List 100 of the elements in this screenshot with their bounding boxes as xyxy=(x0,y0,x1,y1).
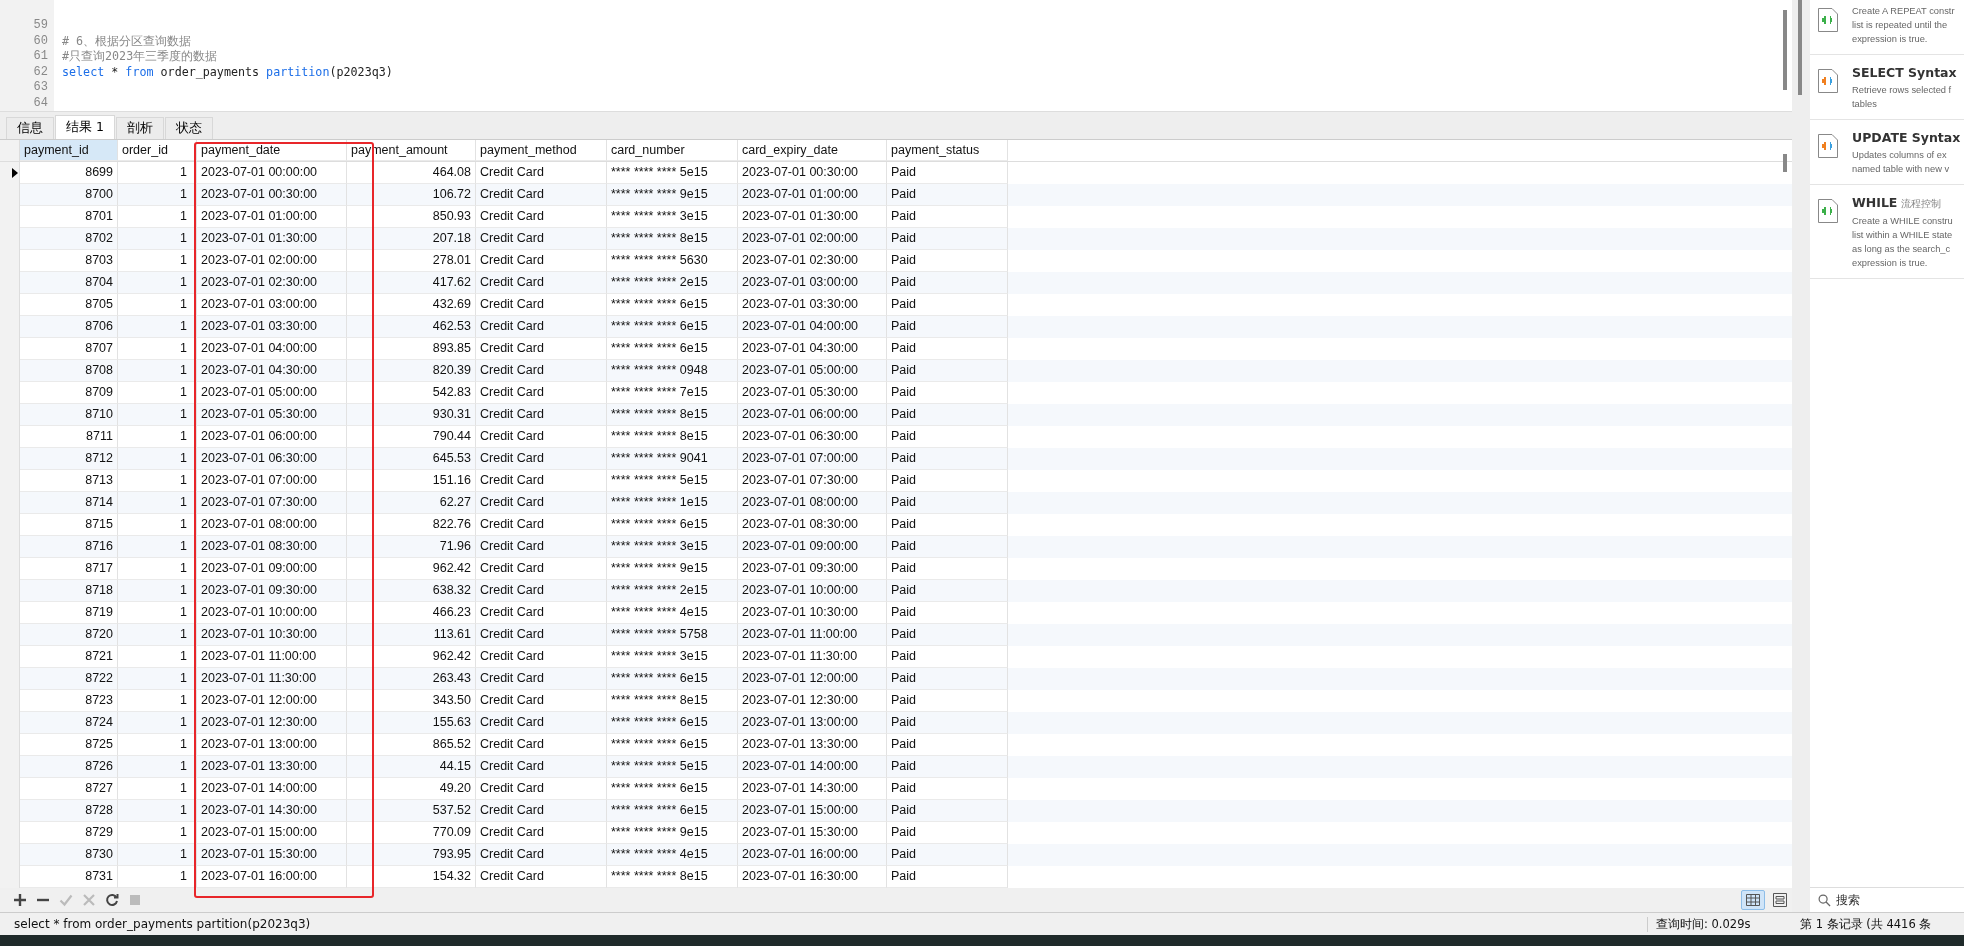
column-header[interactable]: payment_date xyxy=(197,140,347,162)
table-cell: 2023-07-01 04:30:00 xyxy=(197,360,347,383)
table-row[interactable]: 8724 1 2023-07-01 12:30:00 155.63 Credit Card **** **** **** 6e15 2023-07-01 13:00:00 Paid xyxy=(0,712,1792,735)
snippet-title[interactable]: UPDATE Syntax xyxy=(1852,130,1961,145)
table-cell: 2023-07-01 07:30:00 xyxy=(197,492,347,515)
table-cell: **** **** **** 9e15 xyxy=(607,184,738,207)
record-position: 第 1 条记录 (共 4416 条 xyxy=(1799,916,1933,932)
table-cell: 2023-07-01 11:30:00 xyxy=(197,668,347,691)
table-cell: 62.27 xyxy=(347,492,476,515)
snippet-description: Create A REPEAT constr list is repeated until the expression is true. xyxy=(1852,5,1956,46)
table-cell: **** **** **** 4e15 xyxy=(607,844,738,867)
table-cell: Paid xyxy=(887,228,1008,251)
code-line: # 6、根据分区查询数据 xyxy=(62,33,193,49)
table-cell: 2023-07-01 12:30:00 xyxy=(197,712,347,735)
table-cell: Paid xyxy=(887,184,1008,207)
table-cell: 2023-07-01 01:30:00 xyxy=(197,228,347,251)
table-cell: **** **** **** 8e15 xyxy=(607,228,738,251)
table-cell: 2023-07-01 15:00:00 xyxy=(738,800,887,823)
result-tab[interactable]: 信息 xyxy=(6,117,54,140)
table-row[interactable]: 8720 1 2023-07-01 10:30:00 113.61 Credit Card **** **** **** 5758 2023-07-01 11:00:00 Paid xyxy=(0,624,1792,647)
table-cell: 8710 xyxy=(20,404,118,427)
column-header[interactable]: card_number xyxy=(607,140,738,162)
table-cell: Paid xyxy=(887,668,1008,691)
table-cell: Paid xyxy=(887,360,1008,383)
table-row[interactable]: 8710 1 2023-07-01 05:30:00 930.31 Credit Card **** **** **** 8e15 2023-07-01 06:00:00 Paid xyxy=(0,404,1792,427)
column-header[interactable]: order_id xyxy=(118,140,197,162)
table-row[interactable]: 8700 1 2023-07-01 00:30:00 106.72 Credit Card **** **** **** 9e15 2023-07-01 01:00:00 Paid xyxy=(0,184,1792,207)
column-header[interactable]: payment_method xyxy=(476,140,607,162)
table-row[interactable]: 8718 1 2023-07-01 09:30:00 638.32 Credit Card **** **** **** 2e15 2023-07-01 10:00:00 Paid xyxy=(0,580,1792,603)
table-cell: **** **** **** 2e15 xyxy=(607,272,738,295)
table-row[interactable]: 8708 1 2023-07-01 04:30:00 820.39 Credit Card **** **** **** 0948 2023-07-01 05:00:00 Paid xyxy=(0,360,1792,383)
table-cell: Credit Card xyxy=(476,360,607,383)
table-cell: 44.15 xyxy=(347,756,476,779)
table-cell: 8724 xyxy=(20,712,118,735)
table-cell: Paid xyxy=(887,624,1008,647)
table-cell: 8708 xyxy=(20,360,118,383)
table-cell: 1 xyxy=(118,668,197,691)
table-cell: 8716 xyxy=(20,536,118,559)
grid-view-icon[interactable] xyxy=(1741,890,1765,911)
table-cell: 2023-07-01 03:00:00 xyxy=(738,272,887,295)
table-cell: 2023-07-01 12:00:00 xyxy=(738,668,887,691)
table-cell: 1 xyxy=(118,316,197,339)
table-cell: Credit Card xyxy=(476,228,607,251)
table-cell: **** **** **** 6e15 xyxy=(607,712,738,735)
line-number: 62 xyxy=(32,64,48,80)
table-cell: 8722 xyxy=(20,668,118,691)
table-cell: 8730 xyxy=(20,844,118,867)
table-cell: 1 xyxy=(118,228,197,251)
code-line: select * from order_payments partition(p2023q3) xyxy=(62,64,394,80)
table-row[interactable]: 8704 1 2023-07-01 02:30:00 417.62 Credit Card **** **** **** 2e15 2023-07-01 03:00:00 Paid xyxy=(0,272,1792,295)
snippet-title[interactable]: SELECT Syntax xyxy=(1852,65,1957,80)
table-cell: 930.31 xyxy=(347,404,476,427)
table-row[interactable]: 8712 1 2023-07-01 06:30:00 645.53 Credit Card **** **** **** 9041 2023-07-01 07:00:00 Paid xyxy=(0,448,1792,471)
table-cell: **** **** **** 5e15 xyxy=(607,756,738,779)
table-cell: Credit Card xyxy=(476,624,607,647)
column-header[interactable]: payment_status xyxy=(887,140,1008,162)
column-header[interactable]: card_expiry_date xyxy=(738,140,887,162)
table-row[interactable]: 8714 1 2023-07-01 07:30:00 62.27 Credit Card **** **** **** 1e15 2023-07-01 08:00:00 Paid xyxy=(0,492,1792,515)
table-cell: 2023-07-01 03:30:00 xyxy=(197,316,347,339)
table-row[interactable]: 8728 1 2023-07-01 14:30:00 537.52 Credit Card **** **** **** 6e15 2023-07-01 15:00:00 Paid xyxy=(0,800,1792,823)
table-row[interactable]: 8722 1 2023-07-01 11:30:00 263.43 Credit Card **** **** **** 6e15 2023-07-01 12:00:00 Paid xyxy=(0,668,1792,691)
column-header[interactable]: payment_id xyxy=(20,140,118,162)
table-row[interactable]: 8726 1 2023-07-01 13:30:00 44.15 Credit Card **** **** **** 5e15 2023-07-01 14:00:00 Paid xyxy=(0,756,1792,779)
table-row[interactable]: 8730 1 2023-07-01 15:30:00 793.95 Credit Card **** **** **** 4e15 2023-07-01 16:00:00 Paid xyxy=(0,844,1792,867)
result-tab[interactable]: 状态 xyxy=(164,117,213,140)
table-cell: 2023-07-01 10:00:00 xyxy=(738,580,887,603)
table-cell: **** **** **** 1e15 xyxy=(607,492,738,515)
table-cell: 2023-07-01 02:00:00 xyxy=(738,228,887,251)
table-cell: 8706 xyxy=(20,316,118,339)
table-cell: Paid xyxy=(887,536,1008,559)
scrollbar-thumb[interactable] xyxy=(1783,154,1787,173)
table-cell: 155.63 xyxy=(347,712,476,735)
code-line: #只查询2023年三季度的数据 xyxy=(62,49,219,65)
table-cell: Credit Card xyxy=(476,536,607,559)
splitter[interactable] xyxy=(1792,0,1810,912)
table-cell: 2023-07-01 13:00:00 xyxy=(738,712,887,735)
table-cell: 793.95 xyxy=(347,844,476,867)
row-indicator[interactable] xyxy=(0,162,20,185)
result-tab[interactable]: 结果 1 xyxy=(55,115,115,140)
table-cell: 638.32 xyxy=(347,580,476,603)
line-number: 60 xyxy=(32,33,48,49)
scrollbar-thumb[interactable] xyxy=(1798,0,1802,95)
search-input[interactable]: 搜索 xyxy=(1836,893,1946,907)
table-cell: 1 xyxy=(118,448,197,471)
snippet-title[interactable]: WHILE xyxy=(1852,195,1898,210)
table-cell: 8704 xyxy=(20,272,118,295)
table-row[interactable]: 8706 1 2023-07-01 03:30:00 462.53 Credit Card **** **** **** 6e15 2023-07-01 04:00:00 Paid xyxy=(0,316,1792,339)
table-cell: Credit Card xyxy=(476,184,607,207)
table-cell: **** **** **** 5758 xyxy=(607,624,738,647)
scrollbar-thumb[interactable] xyxy=(1783,10,1787,90)
result-tab[interactable]: 剖析 xyxy=(115,117,164,140)
table-cell: 2023-07-01 08:00:00 xyxy=(738,492,887,515)
table-row[interactable]: 8716 1 2023-07-01 08:30:00 71.96 Credit Card **** **** **** 3e15 2023-07-01 09:00:00 Paid xyxy=(0,536,1792,559)
table-row[interactable]: 8702 1 2023-07-01 01:30:00 207.18 Credit Card **** **** **** 8e15 2023-07-01 02:00:00 Paid xyxy=(0,228,1792,251)
table-cell: Credit Card xyxy=(476,404,607,427)
table-cell: 2023-07-01 02:30:00 xyxy=(197,272,347,295)
table-cell: **** **** **** 0948 xyxy=(607,360,738,383)
table-cell: 8720 xyxy=(20,624,118,647)
table-cell: 2023-07-01 06:00:00 xyxy=(738,404,887,427)
table-cell: Paid xyxy=(887,712,1008,735)
